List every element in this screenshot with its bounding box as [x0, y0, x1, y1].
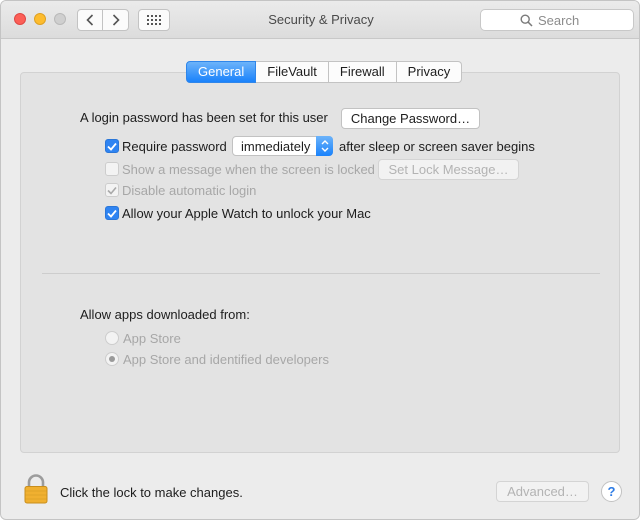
updown-chevron-icon	[316, 136, 333, 156]
require-password-delay-select[interactable]: immediately	[232, 136, 333, 156]
lock-icon	[24, 474, 48, 504]
show-message-label: Show a message when the screen is locked	[122, 162, 375, 177]
chevron-left-icon	[86, 14, 94, 26]
apple-watch-unlock-checkbox[interactable]	[105, 206, 119, 220]
checkmark-icon	[107, 142, 117, 151]
advanced-button[interactable]: Advanced…	[496, 481, 589, 502]
show-all-button[interactable]	[138, 9, 170, 31]
close-window-button[interactable]	[14, 13, 26, 25]
back-button[interactable]	[77, 9, 103, 31]
settings-panel	[20, 72, 620, 453]
lock-button[interactable]	[24, 474, 48, 507]
tab-firewall[interactable]: Firewall	[328, 61, 397, 83]
section-divider	[42, 273, 600, 274]
change-password-button[interactable]: Change Password…	[341, 108, 480, 129]
disable-auto-login-label: Disable automatic login	[122, 183, 257, 198]
security-privacy-window: Security & Privacy Search General FileVa…	[0, 0, 640, 520]
apple-watch-unlock-label: Allow your Apple Watch to unlock your Ma…	[122, 206, 371, 221]
tab-general[interactable]: General	[186, 61, 257, 83]
radio-app-store-label: App Store	[123, 331, 181, 346]
radio-app-store-identified-label: App Store and identified developers	[123, 352, 329, 367]
checkmark-icon	[107, 209, 117, 218]
search-input[interactable]: Search	[480, 9, 634, 31]
search-placeholder: Search	[538, 13, 580, 28]
require-password-checkbox[interactable]	[105, 139, 119, 153]
radio-app-store[interactable]	[105, 331, 119, 345]
help-button[interactable]: ?	[601, 481, 622, 502]
radio-selected-dot	[109, 356, 115, 362]
require-password-delay-value: immediately	[241, 139, 311, 154]
login-password-text: A login password has been set for this u…	[80, 110, 328, 125]
title-bar: Security & Privacy Search	[1, 1, 639, 39]
tab-privacy[interactable]: Privacy	[396, 61, 463, 83]
radio-app-store-identified[interactable]	[105, 352, 119, 366]
require-password-label: Require password	[122, 139, 227, 154]
lock-hint-text: Click the lock to make changes.	[60, 485, 243, 500]
forward-button[interactable]	[103, 9, 129, 31]
search-icon	[520, 14, 533, 27]
disable-auto-login-checkbox[interactable]	[105, 183, 119, 197]
zoom-window-button[interactable]	[54, 13, 66, 25]
tab-bar: General FileVault Firewall Privacy	[186, 61, 463, 83]
chevron-right-icon	[112, 14, 120, 26]
set-lock-message-button[interactable]: Set Lock Message…	[378, 159, 519, 180]
grid-icon	[147, 15, 161, 25]
checkmark-icon	[107, 186, 117, 195]
show-message-checkbox[interactable]	[105, 162, 119, 176]
tab-filevault[interactable]: FileVault	[256, 61, 329, 83]
window-title: Security & Privacy	[268, 12, 374, 27]
minimize-window-button[interactable]	[34, 13, 46, 25]
require-password-suffix: after sleep or screen saver begins	[339, 139, 535, 154]
allow-apps-heading: Allow apps downloaded from:	[80, 307, 250, 322]
